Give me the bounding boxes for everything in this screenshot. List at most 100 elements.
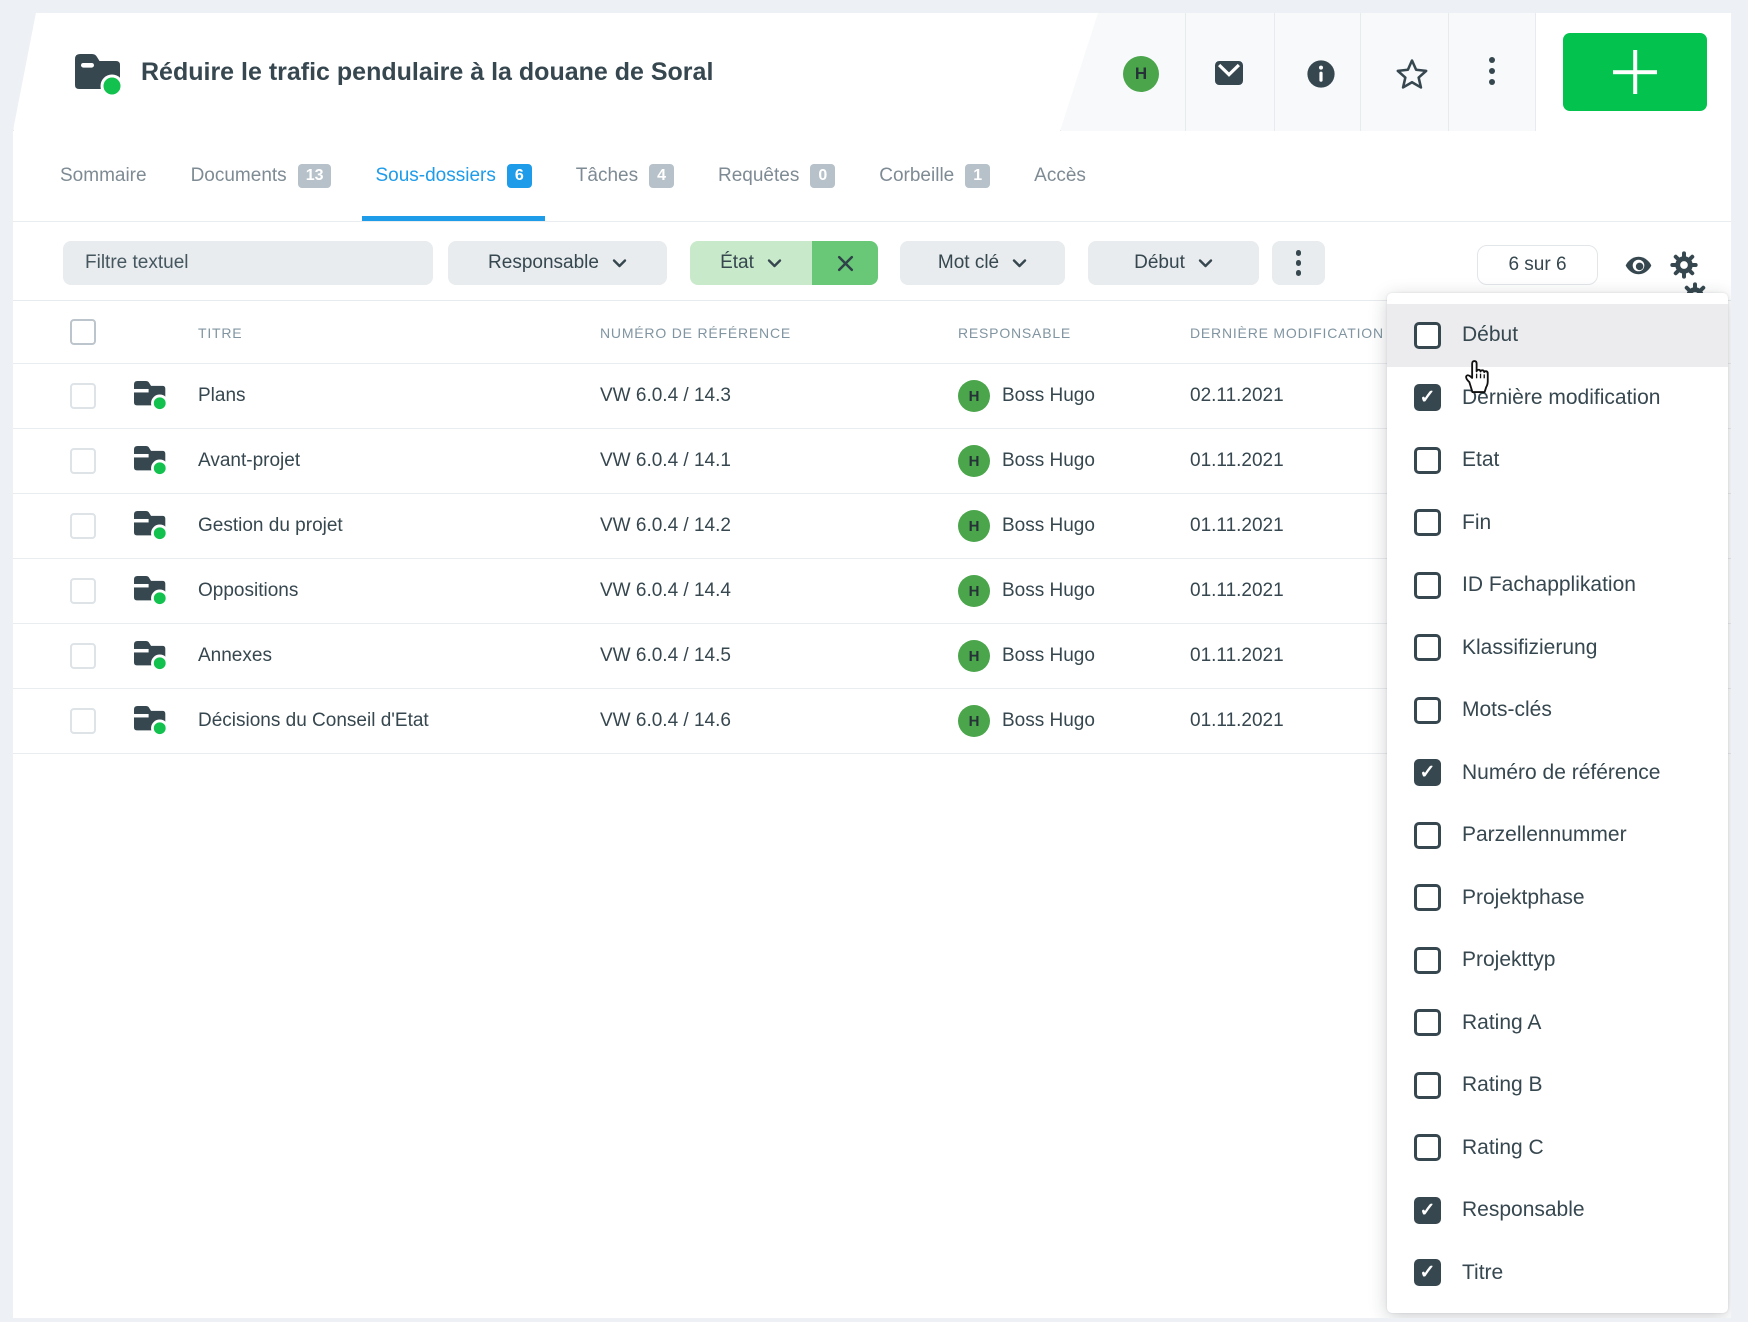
column-checkbox[interactable] xyxy=(1414,759,1441,786)
row-responsable: H Boss Hugo xyxy=(958,510,1095,542)
responsable-name: Boss Hugo xyxy=(1002,645,1095,667)
column-checkbox[interactable] xyxy=(1414,447,1441,474)
column-checkbox[interactable] xyxy=(1414,1009,1441,1036)
column-checkbox[interactable] xyxy=(1414,572,1441,599)
column-menu-item[interactable]: Fin xyxy=(1387,492,1728,555)
kebab-icon xyxy=(1296,250,1302,276)
column-checkbox[interactable] xyxy=(1414,697,1441,724)
mail-button[interactable] xyxy=(1213,58,1245,88)
column-header-titre[interactable]: TITRE xyxy=(198,301,242,364)
row-responsable: H Boss Hugo xyxy=(958,380,1095,412)
subfolder-icon xyxy=(131,508,169,545)
row-title: Plans xyxy=(198,385,246,407)
column-menu-item[interactable]: Etat xyxy=(1387,429,1728,492)
responsable-name: Boss Hugo xyxy=(1002,710,1095,732)
tab[interactable]: Tâches 4 xyxy=(576,131,674,221)
row-checkbox[interactable] xyxy=(70,513,96,539)
kebab-icon xyxy=(1489,79,1495,85)
row-title: Annexes xyxy=(198,645,272,667)
subfolder-icon xyxy=(131,638,169,675)
column-menu-item[interactable]: Rating A xyxy=(1387,992,1728,1055)
divider xyxy=(1448,13,1449,131)
column-menu-item[interactable]: Responsable xyxy=(1387,1179,1728,1242)
tab[interactable]: Sous-dossiers 6 xyxy=(375,131,531,221)
column-menu-item[interactable]: Parzellennummer xyxy=(1387,804,1728,867)
column-checkbox[interactable] xyxy=(1414,322,1441,349)
row-title: Avant-projet xyxy=(198,450,300,472)
column-menu-item[interactable]: ID Fachapplikation xyxy=(1387,554,1728,617)
mail-icon xyxy=(1213,58,1245,88)
chevron-down-icon xyxy=(1198,258,1213,268)
subfolder-icon xyxy=(131,378,169,415)
add-button[interactable] xyxy=(1563,33,1707,111)
column-menu-item[interactable]: Titre xyxy=(1387,1242,1728,1305)
row-checkbox[interactable] xyxy=(70,708,96,734)
etat-filter-active: État xyxy=(690,241,878,285)
column-menu-item[interactable]: Klassifizierung xyxy=(1387,617,1728,680)
tab[interactable]: Accès xyxy=(1034,131,1086,221)
debut-filter-dropdown[interactable]: Début xyxy=(1088,241,1259,285)
avatar-initial: H xyxy=(1123,56,1159,92)
column-checkbox[interactable] xyxy=(1414,634,1441,661)
select-all-checkbox[interactable] xyxy=(70,319,96,345)
responsable-filter-dropdown[interactable]: Responsable xyxy=(448,241,667,285)
main-content-card: Réduire le trafic pendulaire à la douane… xyxy=(13,13,1731,1318)
info-button[interactable] xyxy=(1305,58,1337,90)
column-header-modification[interactable]: DERNIÈRE MODIFICATION xyxy=(1190,301,1384,364)
row-checkbox[interactable] xyxy=(70,643,96,669)
user-avatar[interactable]: H xyxy=(1123,56,1159,92)
column-menu-label: Etat xyxy=(1462,448,1499,472)
column-checkbox[interactable] xyxy=(1414,1259,1441,1286)
column-menu-item[interactable]: Début xyxy=(1387,304,1728,367)
column-menu-item[interactable]: Projekttyp xyxy=(1387,929,1728,992)
column-checkbox[interactable] xyxy=(1414,884,1441,911)
column-menu-label: Rating B xyxy=(1462,1073,1543,1097)
column-menu-item[interactable]: Rating B xyxy=(1387,1054,1728,1117)
divider xyxy=(1535,13,1536,131)
row-reference: VW 6.0.4 / 14.6 xyxy=(600,710,731,732)
clear-x-icon xyxy=(836,254,855,273)
column-checkbox[interactable] xyxy=(1414,822,1441,849)
column-checkbox[interactable] xyxy=(1414,1197,1441,1224)
more-actions-button[interactable] xyxy=(1489,57,1495,85)
subfolder-icon xyxy=(131,703,169,740)
column-menu-item[interactable]: Dernière modification xyxy=(1387,367,1728,430)
tab-label: Documents xyxy=(191,165,287,187)
table-settings-button[interactable] xyxy=(1670,251,1698,284)
row-checkbox[interactable] xyxy=(70,578,96,604)
responsable-avatar: H xyxy=(958,640,990,672)
tab[interactable]: Sommaire xyxy=(60,131,147,221)
row-date: 02.11.2021 xyxy=(1190,385,1284,407)
result-count-badge: 6 sur 6 xyxy=(1477,245,1598,285)
column-menu-item[interactable]: Numéro de référence xyxy=(1387,742,1728,805)
column-menu-label: Début xyxy=(1462,323,1518,347)
tab[interactable]: Corbeille 1 xyxy=(879,131,990,221)
column-menu-item[interactable]: Projektphase xyxy=(1387,867,1728,930)
chevron-down-icon xyxy=(767,258,782,268)
column-checkbox[interactable] xyxy=(1414,947,1441,974)
etat-filter-dropdown[interactable]: État xyxy=(690,241,812,285)
page-title: Réduire le trafic pendulaire à la douane… xyxy=(141,13,713,131)
column-menu-item[interactable]: Mots-clés xyxy=(1387,679,1728,742)
mot-cle-filter-dropdown[interactable]: Mot clé xyxy=(900,241,1065,285)
tab[interactable]: Documents 13 xyxy=(191,131,332,221)
column-checkbox[interactable] xyxy=(1414,509,1441,536)
row-responsable: H Boss Hugo xyxy=(958,640,1095,672)
visibility-button[interactable] xyxy=(1624,251,1653,285)
text-filter-input[interactable] xyxy=(83,251,413,275)
column-header-reference[interactable]: NUMÉRO DE RÉFÉRENCE xyxy=(600,301,791,364)
row-checkbox[interactable] xyxy=(70,383,96,409)
divider xyxy=(1360,13,1361,131)
column-checkbox[interactable] xyxy=(1414,1072,1441,1099)
row-checkbox[interactable] xyxy=(70,448,96,474)
more-filters-button[interactable] xyxy=(1272,241,1325,285)
etat-filter-clear-button[interactable] xyxy=(812,241,878,285)
favorite-button[interactable] xyxy=(1395,57,1429,91)
tab[interactable]: Requêtes 0 xyxy=(718,131,835,221)
text-filter[interactable] xyxy=(63,241,433,285)
column-header-responsable[interactable]: RESPONSABLE xyxy=(958,301,1071,364)
column-menu-item[interactable]: Rating C xyxy=(1387,1117,1728,1180)
column-checkbox[interactable] xyxy=(1414,1134,1441,1161)
tab-label: Sommaire xyxy=(60,165,147,187)
column-checkbox[interactable] xyxy=(1414,384,1441,411)
